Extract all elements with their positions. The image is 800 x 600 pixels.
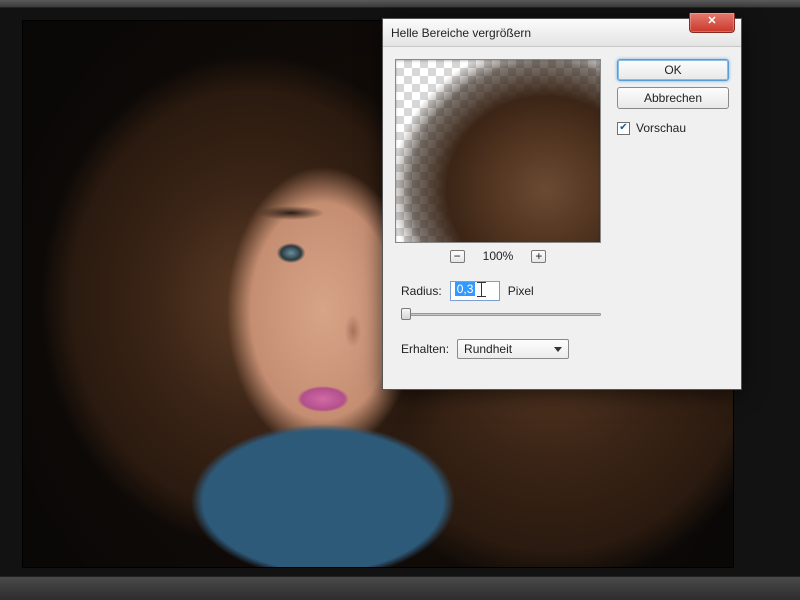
dialog-helle-bereiche: Helle Bereiche vergrößern ✕ − 100% + Rad…: [382, 18, 742, 390]
filter-preview[interactable]: [395, 59, 601, 243]
erhalten-dropdown[interactable]: Rundheit: [457, 339, 569, 359]
preview-label: Vorschau: [636, 121, 686, 135]
status-bar: [0, 576, 800, 600]
radius-slider[interactable]: [401, 307, 601, 321]
dialog-titlebar[interactable]: Helle Bereiche vergrößern ✕: [383, 19, 741, 47]
dialog-title: Helle Bereiche vergrößern: [391, 26, 531, 40]
chevron-down-icon: [554, 347, 562, 352]
ok-label: OK: [664, 63, 681, 77]
preview-checkbox[interactable]: ✔: [617, 122, 630, 135]
ok-button[interactable]: OK: [617, 59, 729, 81]
plus-icon: +: [535, 250, 542, 262]
cancel-button[interactable]: Abbrechen: [617, 87, 729, 109]
check-icon: ✔: [619, 123, 627, 133]
radius-value: 0,3: [455, 282, 476, 296]
radius-row: Radius: 0,3 Pixel: [401, 281, 534, 301]
slider-thumb[interactable]: [401, 308, 411, 320]
cancel-label: Abbrechen: [644, 91, 702, 105]
erhalten-label: Erhalten:: [401, 342, 449, 356]
close-button[interactable]: ✕: [689, 13, 735, 33]
close-icon: ✕: [707, 15, 716, 27]
erhalten-row: Erhalten: Rundheit: [401, 339, 569, 359]
preview-toggle-row: ✔ Vorschau: [617, 121, 729, 135]
text-cursor-icon: [477, 282, 486, 298]
zoom-out-button[interactable]: −: [450, 250, 465, 263]
minus-icon: −: [454, 250, 461, 262]
dialog-buttons: OK Abbrechen ✔ Vorschau: [617, 59, 729, 135]
app-toolbar: [0, 0, 800, 8]
zoom-in-button[interactable]: +: [531, 250, 546, 263]
zoom-level: 100%: [483, 249, 514, 263]
radius-input[interactable]: 0,3: [450, 281, 500, 301]
zoom-controls: − 100% +: [395, 249, 601, 263]
radius-unit: Pixel: [508, 284, 534, 298]
slider-track: [401, 313, 601, 316]
erhalten-value: Rundheit: [464, 342, 512, 356]
radius-label: Radius:: [401, 284, 442, 298]
